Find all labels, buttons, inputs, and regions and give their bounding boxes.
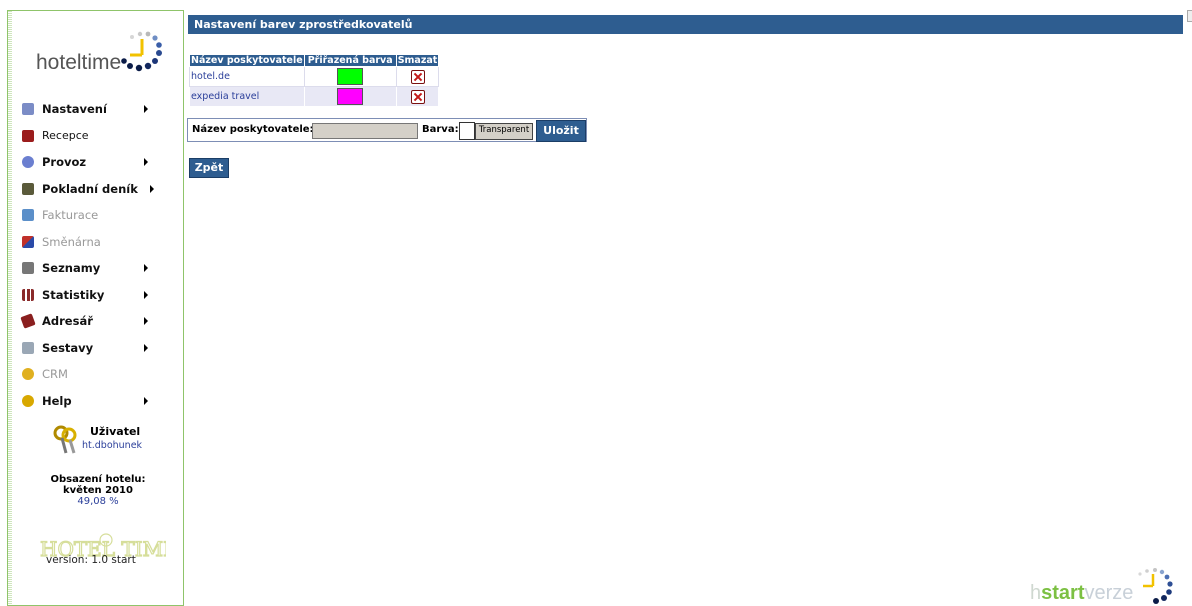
user-block: Uživatel ht.dbohunek bbox=[52, 423, 172, 459]
delete-icon[interactable] bbox=[410, 89, 425, 104]
column-header-color: Přiřazená barva bbox=[303, 54, 397, 67]
menu-item-smenarna: Směnárna bbox=[22, 229, 182, 256]
menu-item-provoz[interactable]: Provoz bbox=[22, 149, 182, 176]
menu-item-seznamy[interactable]: Seznamy bbox=[22, 255, 182, 282]
menu-label: Adresář bbox=[42, 314, 93, 329]
color-cell bbox=[303, 66, 397, 87]
menu-label: Pokladní deník bbox=[42, 181, 138, 196]
gear-icon bbox=[22, 156, 34, 169]
menu-label: Provoz bbox=[42, 155, 87, 170]
color-swatch bbox=[337, 88, 364, 105]
keys-icon bbox=[53, 425, 77, 454]
column-header-provider: Název poskytovatele bbox=[189, 54, 305, 67]
provider-name-link[interactable]: expedia travel bbox=[189, 86, 305, 107]
user-name[interactable]: ht.dbohunek bbox=[82, 440, 142, 451]
footer-logo-part2: start bbox=[1041, 582, 1085, 604]
provider-color-table: Název poskytovatele Přiřazená barva Smaz… bbox=[189, 54, 440, 107]
menu-item-sestavy[interactable]: Sestavy bbox=[22, 335, 182, 362]
table-row: expedia travel bbox=[189, 86, 440, 107]
list-icon bbox=[22, 262, 34, 275]
menu-label: Help bbox=[42, 393, 72, 408]
invoice-icon bbox=[22, 209, 34, 222]
main-menu: Nastavení Recepce Provoz Pokladní deník … bbox=[20, 96, 182, 415]
logo-text: hoteltime bbox=[36, 51, 122, 74]
sidebar: hoteltime Nastavení Recepce Provoz Pokla… bbox=[7, 10, 184, 606]
submenu-arrow-icon bbox=[144, 105, 148, 113]
submenu-arrow-icon bbox=[150, 184, 154, 193]
occupancy-period: květen 2010 bbox=[63, 485, 133, 496]
table-header-row: Název poskytovatele Přiřazená barva Smaz… bbox=[189, 54, 440, 67]
menu-label: Statistiky bbox=[42, 287, 105, 302]
color-cell bbox=[303, 86, 397, 107]
footer-logo-part1: h bbox=[1030, 582, 1042, 604]
printer-icon bbox=[22, 341, 34, 354]
table-row: hotel.de bbox=[189, 66, 440, 87]
delete-cell bbox=[395, 66, 440, 87]
footer-logo-part3: verze bbox=[1084, 582, 1134, 604]
occupancy-title: Obsazení hotelu: bbox=[50, 474, 146, 485]
menu-label: Nastavení bbox=[42, 102, 107, 117]
menu-label: CRM bbox=[42, 367, 68, 382]
provider-name-link[interactable]: hotel.de bbox=[189, 66, 305, 87]
submenu-arrow-icon bbox=[144, 264, 148, 272]
help-icon bbox=[22, 394, 34, 407]
crm-icon bbox=[22, 368, 34, 381]
menu-item-crm: CRM bbox=[22, 361, 182, 388]
menu-item-adresar[interactable]: Adresář bbox=[20, 308, 182, 335]
reception-icon bbox=[22, 129, 34, 142]
exchange-icon bbox=[22, 235, 34, 248]
provider-name-label: Název poskytovatele: bbox=[192, 124, 314, 135]
delete-cell bbox=[395, 86, 440, 107]
hoteltime-logo: hoteltime bbox=[32, 25, 162, 85]
footer-logo-text: hstartverze bbox=[1030, 582, 1133, 605]
submenu-arrow-icon bbox=[144, 317, 148, 325]
color-swatch bbox=[337, 68, 364, 85]
menu-item-pokladni-denik[interactable]: Pokladní deník bbox=[22, 176, 182, 203]
submenu-arrow-icon bbox=[144, 158, 148, 166]
scroll-corner-icon bbox=[1187, 10, 1192, 22]
menu-label: Seznamy bbox=[42, 261, 101, 276]
page-title: Nastavení barev zprostředkovatelů bbox=[188, 15, 1183, 34]
menu-label: Směnárna bbox=[42, 234, 101, 249]
menu-item-help[interactable]: Help bbox=[22, 388, 182, 415]
menu-item-fakturace: Fakturace bbox=[22, 202, 182, 229]
save-button[interactable]: Uložit bbox=[536, 120, 586, 142]
menu-label: Fakturace bbox=[42, 208, 99, 223]
add-provider-form: Název poskytovatele: Barva: Transparent … bbox=[187, 118, 587, 142]
menu-label: Recepce bbox=[42, 129, 89, 143]
menu-label: Sestavy bbox=[42, 340, 94, 355]
menu-item-nastaveni[interactable]: Nastavení bbox=[22, 96, 182, 123]
occupancy-value: 49,08 % bbox=[77, 496, 119, 507]
statistics-icon bbox=[22, 288, 34, 301]
version-text: version: 1.0 start bbox=[46, 554, 136, 566]
back-button[interactable]: Zpět bbox=[189, 158, 229, 178]
provider-name-input[interactable] bbox=[312, 123, 418, 139]
settings-icon bbox=[22, 103, 34, 116]
color-label: Barva: bbox=[422, 124, 459, 135]
transparent-button[interactable]: Transparent bbox=[475, 123, 533, 140]
menu-item-statistiky[interactable]: Statistiky bbox=[22, 282, 182, 309]
sidebar-stripe bbox=[8, 11, 12, 605]
column-header-delete: Smazat bbox=[395, 54, 440, 67]
submenu-arrow-icon bbox=[144, 396, 148, 405]
delete-icon[interactable] bbox=[410, 69, 425, 84]
footer-logo: hstartverze bbox=[1022, 566, 1192, 606]
cashbook-icon bbox=[22, 182, 34, 195]
color-picker-box[interactable] bbox=[459, 122, 475, 140]
submenu-arrow-icon bbox=[144, 343, 148, 352]
submenu-arrow-icon bbox=[144, 290, 148, 299]
user-title: Uživatel bbox=[90, 425, 141, 438]
hotel-occupancy: Obsazení hotelu: květen 2010 49,08 % bbox=[18, 474, 178, 507]
menu-item-recepce[interactable]: Recepce bbox=[22, 123, 182, 150]
address-book-icon bbox=[20, 313, 36, 329]
